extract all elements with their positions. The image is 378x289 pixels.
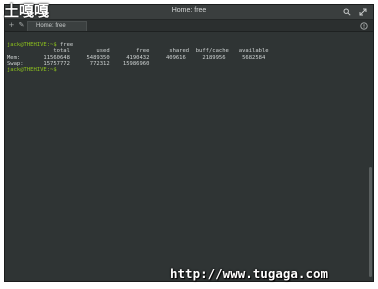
tab-label: Home: free (36, 23, 66, 29)
terminal-command: free (56, 42, 74, 49)
terminal-prompt: jack@THEHIVE:~$ (7, 42, 57, 49)
scrollbar[interactable] (369, 167, 372, 277)
watermark-url: http://www.tugaga.com (170, 266, 329, 281)
titlebar: Home: free (5, 5, 373, 20)
window-title: Home: free (171, 7, 207, 14)
terminal-window: Home: free + ✎ Home: free jack@THEHIVE:~… (4, 4, 374, 282)
terminal-prompt-next: jack@THEHIVE:~$ (7, 66, 57, 73)
new-tab-icon[interactable]: + (7, 21, 16, 30)
expand-icon[interactable] (358, 7, 368, 17)
terminal-output[interactable]: jack@THEHIVE:~$ free total used free sha… (5, 33, 373, 281)
pencil-icon[interactable]: ✎ (17, 21, 26, 30)
search-icon[interactable] (342, 7, 352, 17)
tab-home-free[interactable]: Home: free (27, 21, 87, 31)
terminal-line-prompt: jack@THEHIVE:~$ (7, 67, 373, 73)
circle-menu-icon[interactable] (359, 21, 368, 30)
tab-bar: + ✎ Home: free (5, 20, 373, 32)
terminal-input[interactable] (57, 67, 60, 73)
watermark-logo: 土嘎嘎 (4, 2, 50, 20)
